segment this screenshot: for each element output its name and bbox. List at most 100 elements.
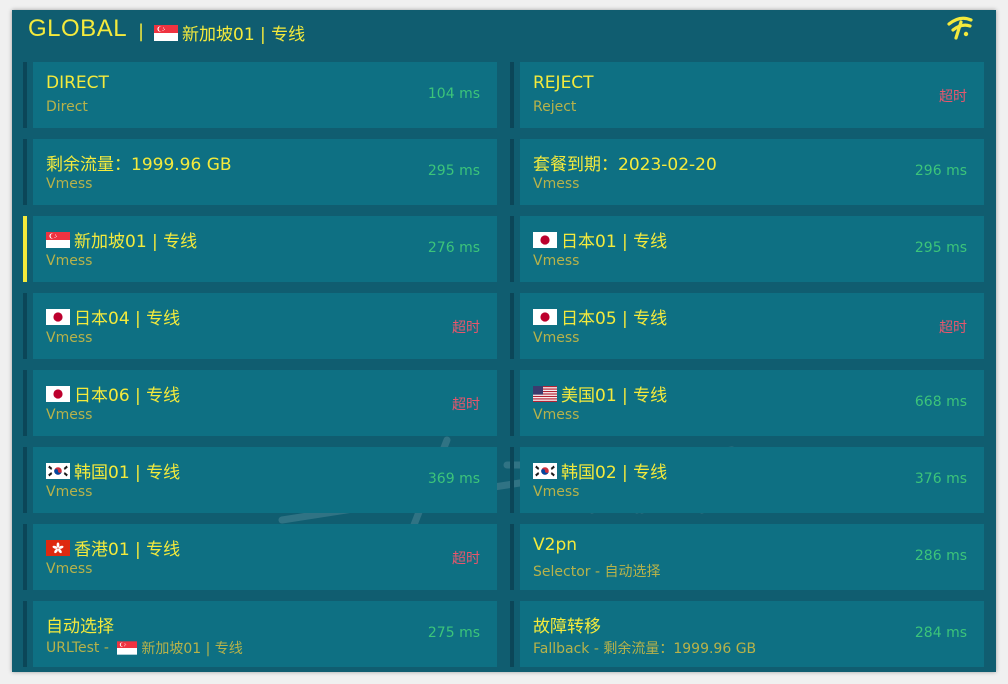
proxy-card-body[interactable]: 套餐到期：2023-02-20 Vmess 296 ms [520, 139, 984, 205]
proxy-type-label: Vmess [533, 176, 580, 192]
proxy-name-label: REJECT [533, 73, 594, 93]
proxy-card-body[interactable]: 日本04 | 专线 Vmess 超时 [33, 293, 497, 359]
proxy-card[interactable]: 日本01 | 专线 Vmess 295 ms [510, 216, 984, 282]
japan-flag-icon [533, 231, 557, 248]
proxy-card[interactable]: 香港01 | 专线 Vmess 超时 [23, 524, 497, 590]
proxy-name-label: 日本04 | 专线 [74, 309, 181, 329]
proxy-card-body[interactable]: 日本06 | 专线 Vmess 超时 [33, 370, 497, 436]
proxy-type-label: Vmess [46, 330, 93, 346]
proxy-name: 日本04 | 专线 [46, 304, 180, 329]
proxy-selected-label: 新加坡01 | 专线 [141, 641, 243, 657]
singapore-flag-icon [154, 24, 178, 41]
proxy-card[interactable]: V2pn Selector - 自动选择 286 ms [510, 524, 984, 590]
proxy-card-body[interactable]: 美国01 | 专线 Vmess 668 ms [520, 370, 984, 436]
proxy-card[interactable]: 日本04 | 专线 Vmess 超时 [23, 293, 497, 359]
proxy-name: 日本01 | 专线 [533, 227, 667, 252]
proxy-card[interactable]: 剩余流量：1999.96 GB Vmess 295 ms [23, 139, 497, 205]
proxy-name-label: 日本06 | 专线 [74, 386, 181, 406]
latency-label[interactable]: 295 ms [428, 163, 480, 179]
mode-title[interactable]: GLOBAL [28, 15, 127, 43]
proxy-card-body[interactable]: 日本05 | 专线 Vmess 超时 [520, 293, 984, 359]
proxy-card-body[interactable]: 韩国01 | 专线 Vmess 369 ms [33, 447, 497, 513]
card-indicator [510, 62, 514, 128]
latency-label[interactable]: 超时 [939, 86, 967, 106]
latency-label[interactable]: 295 ms [915, 240, 967, 256]
proxy-name-label: 日本05 | 专线 [561, 309, 668, 329]
proxy-card-body[interactable]: 故障转移 Fallback - 剩余流量：1999.96 GB 284 ms [520, 601, 984, 667]
proxy-card[interactable]: REJECT Reject 超时 [510, 62, 984, 128]
proxy-card[interactable]: DIRECT Direct 104 ms [23, 62, 497, 128]
proxy-card[interactable]: 日本06 | 专线 Vmess 超时 [23, 370, 497, 436]
proxy-name: 剩余流量：1999.96 GB [46, 150, 232, 175]
proxy-panel: GLOBAL | 新加坡01 | 专线 DIRECT Direct 104 ms RE… [12, 10, 996, 672]
proxy-card[interactable]: 自动选择 URLTest - 新加坡01 | 专线 275 ms [23, 601, 497, 667]
proxy-card-body[interactable]: 自动选择 URLTest - 新加坡01 | 专线 275 ms [33, 601, 497, 667]
proxy-type: Vmess [46, 330, 92, 346]
card-indicator [23, 524, 27, 590]
latency-label[interactable]: 296 ms [915, 163, 967, 179]
proxy-card-body[interactable]: 韩国02 | 专线 Vmess 376 ms [520, 447, 984, 513]
usa-flag-icon [533, 385, 557, 402]
card-indicator [510, 524, 514, 590]
singapore-flag-icon [46, 231, 70, 248]
header-separator: | [138, 21, 145, 42]
card-indicator [510, 293, 514, 359]
proxy-card-body[interactable]: DIRECT Direct 104 ms [33, 62, 497, 128]
current-proxy: 新加坡01 | 专线 [154, 20, 305, 45]
proxy-name-label: DIRECT [46, 73, 109, 93]
latency-label[interactable]: 286 ms [915, 548, 967, 564]
proxy-card-body[interactable]: REJECT Reject 超时 [520, 62, 984, 128]
proxy-type-label: Direct [46, 99, 88, 115]
proxy-type: Reject [533, 99, 576, 115]
proxy-name-label: 套餐到期：2023-02-20 [533, 155, 717, 175]
proxy-type: Vmess [533, 253, 579, 269]
proxy-type: Vmess [46, 253, 92, 269]
proxy-type-label: Vmess [46, 176, 93, 192]
proxy-type-label: Vmess [46, 484, 93, 500]
hong-kong-flag-icon [46, 539, 70, 556]
korea-flag-icon [46, 462, 70, 479]
latency-label[interactable]: 超时 [939, 317, 967, 337]
proxy-name-label: 自动选择 [46, 617, 114, 637]
proxy-type-label: Vmess [533, 407, 580, 423]
proxy-type: Vmess [533, 330, 579, 346]
proxy-card[interactable]: 美国01 | 专线 Vmess 668 ms [510, 370, 984, 436]
proxy-name-label: 韩国01 | 专线 [74, 463, 181, 483]
proxy-type-label: Reject [533, 99, 577, 115]
latency-label[interactable]: 376 ms [915, 471, 967, 487]
proxy-name: 故障转移 [533, 612, 601, 637]
proxy-card[interactable]: 套餐到期：2023-02-20 Vmess 296 ms [510, 139, 984, 205]
proxy-name: 日本05 | 专线 [533, 304, 667, 329]
proxy-card-body[interactable]: 剩余流量：1999.96 GB Vmess 295 ms [33, 139, 497, 205]
korea-flag-icon [533, 462, 557, 479]
proxy-name-label: V2pn [533, 535, 578, 555]
proxy-name: 新加坡01 | 专线 [46, 227, 197, 252]
latency-label[interactable]: 284 ms [915, 625, 967, 641]
proxy-card[interactable]: 韩国02 | 专线 Vmess 376 ms [510, 447, 984, 513]
app-logo-icon[interactable] [946, 14, 974, 40]
proxy-type-label: Selector - 自动选择 [533, 564, 661, 580]
latency-label[interactable]: 超时 [452, 548, 480, 568]
proxy-type: URLTest - 新加坡01 | 专线 [46, 638, 243, 658]
proxy-card[interactable]: 韩国01 | 专线 Vmess 369 ms [23, 447, 497, 513]
latency-label[interactable]: 104 ms [428, 86, 480, 102]
singapore-flag-icon [117, 641, 138, 655]
proxy-name-label: 韩国02 | 专线 [561, 463, 668, 483]
proxy-card-body[interactable]: 香港01 | 专线 Vmess 超时 [33, 524, 497, 590]
proxy-card-body[interactable]: 日本01 | 专线 Vmess 295 ms [520, 216, 984, 282]
proxy-name: 套餐到期：2023-02-20 [533, 150, 717, 175]
proxy-card-body[interactable]: 新加坡01 | 专线 Vmess 276 ms [33, 216, 497, 282]
proxy-type-label: URLTest - [46, 640, 114, 656]
latency-label[interactable]: 668 ms [915, 394, 967, 410]
latency-label[interactable]: 369 ms [428, 471, 480, 487]
proxy-card[interactable]: 日本05 | 专线 Vmess 超时 [510, 293, 984, 359]
latency-label[interactable]: 超时 [452, 394, 480, 414]
proxy-card[interactable]: 新加坡01 | 专线 Vmess 276 ms [23, 216, 497, 282]
proxy-card[interactable]: 故障转移 Fallback - 剩余流量：1999.96 GB 284 ms [510, 601, 984, 667]
latency-label[interactable]: 超时 [452, 317, 480, 337]
latency-label[interactable]: 275 ms [428, 625, 480, 641]
latency-label[interactable]: 276 ms [428, 240, 480, 256]
proxy-type: Fallback - 剩余流量：1999.96 GB [533, 638, 756, 658]
proxy-type-label: Vmess [533, 253, 580, 269]
proxy-card-body[interactable]: V2pn Selector - 自动选择 286 ms [520, 524, 984, 590]
